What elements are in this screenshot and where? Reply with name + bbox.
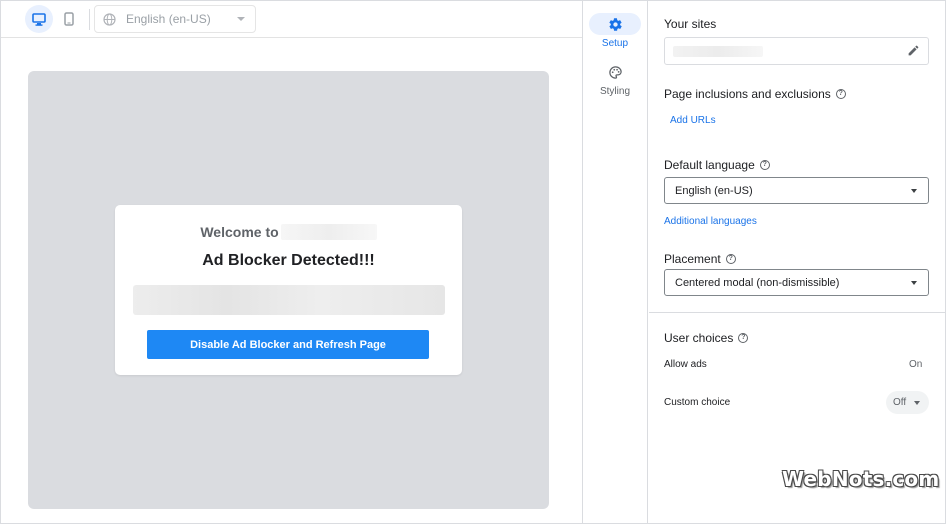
modal-title: Ad Blocker Detected!!! bbox=[202, 252, 375, 269]
tab-rail: Setup Styling bbox=[582, 1, 648, 524]
default-language-title: Default language ? bbox=[664, 158, 770, 172]
blurred-message bbox=[133, 285, 445, 315]
blurred-site-name bbox=[280, 224, 377, 240]
chevron-down-icon bbox=[911, 189, 917, 193]
desktop-icon bbox=[32, 12, 46, 26]
tab-styling-icon-wrap bbox=[589, 61, 641, 83]
section-divider bbox=[649, 312, 946, 313]
preview-language-select[interactable]: English (en-US) bbox=[94, 5, 256, 33]
tab-styling-label: Styling bbox=[599, 86, 630, 97]
chevron-down-icon bbox=[914, 401, 920, 405]
mobile-icon bbox=[64, 12, 74, 26]
custom-choice-dropdown[interactable]: Off bbox=[886, 391, 929, 414]
disable-ad-blocker-button[interactable]: Disable Ad Blocker and Refresh Page bbox=[147, 330, 429, 359]
placement-value: Centered modal (non-dismissible) bbox=[675, 276, 840, 289]
placement-title-text: Placement bbox=[664, 252, 721, 266]
page-inclusions-title-text: Page inclusions and exclusions bbox=[664, 87, 831, 101]
pencil-icon[interactable] bbox=[907, 44, 920, 57]
gear-icon bbox=[608, 17, 622, 31]
placement-title: Placement ? bbox=[664, 252, 736, 266]
allow-ads-value: On bbox=[909, 359, 923, 370]
user-choices-title: User choices ? bbox=[664, 331, 749, 345]
toolbar-divider bbox=[89, 9, 90, 30]
chevron-down-icon bbox=[237, 17, 245, 21]
tab-setup[interactable]: Setup bbox=[583, 13, 647, 49]
default-language-select[interactable]: English (en-US) bbox=[664, 177, 929, 204]
site-field[interactable] bbox=[664, 37, 929, 65]
default-language-title-text: Default language bbox=[664, 158, 755, 172]
modal-welcome-text: Welcome to bbox=[200, 224, 279, 240]
preview-language-value: English (en-US) bbox=[126, 12, 211, 26]
mobile-view-button[interactable] bbox=[55, 5, 83, 33]
help-icon[interactable]: ? bbox=[835, 89, 846, 99]
settings-panel: Your sites Page inclusions and exclusion… bbox=[649, 1, 946, 524]
help-icon[interactable]: ? bbox=[759, 160, 770, 170]
modal-welcome-line: Welcome to bbox=[115, 222, 462, 242]
additional-languages-link[interactable]: Additional languages bbox=[664, 216, 757, 227]
add-urls-link[interactable]: Add URLs bbox=[670, 115, 716, 126]
your-sites-title: Your sites bbox=[664, 17, 716, 31]
custom-choice-label: Custom choice bbox=[664, 397, 731, 408]
globe-icon bbox=[103, 12, 116, 26]
allow-ads-label: Allow ads bbox=[664, 359, 707, 370]
tab-setup-label: Setup bbox=[601, 38, 629, 49]
app-frame: English (en-US) Welcome to Ad Blocker De… bbox=[0, 0, 946, 524]
chevron-down-icon bbox=[911, 281, 917, 285]
help-icon[interactable]: ? bbox=[738, 333, 749, 343]
tab-setup-icon-wrap bbox=[589, 13, 641, 35]
desktop-view-button[interactable] bbox=[25, 5, 53, 33]
help-icon[interactable]: ? bbox=[725, 254, 736, 264]
page-inclusions-title: Page inclusions and exclusions ? bbox=[664, 87, 846, 101]
preview-toolbar: English (en-US) bbox=[1, 1, 582, 38]
default-language-value: English (en-US) bbox=[675, 184, 753, 197]
tab-styling[interactable]: Styling bbox=[583, 61, 647, 97]
palette-icon bbox=[608, 65, 622, 79]
custom-choice-value: Off bbox=[893, 397, 907, 408]
blurred-site-url bbox=[673, 46, 763, 57]
preview-modal: Welcome to Ad Blocker Detected!!! Disabl… bbox=[115, 205, 462, 375]
watermark-logo: WebNots.com bbox=[782, 467, 940, 491]
user-choices-title-text: User choices bbox=[664, 331, 734, 345]
your-sites-title-text: Your sites bbox=[664, 17, 717, 31]
placement-select[interactable]: Centered modal (non-dismissible) bbox=[664, 269, 929, 296]
